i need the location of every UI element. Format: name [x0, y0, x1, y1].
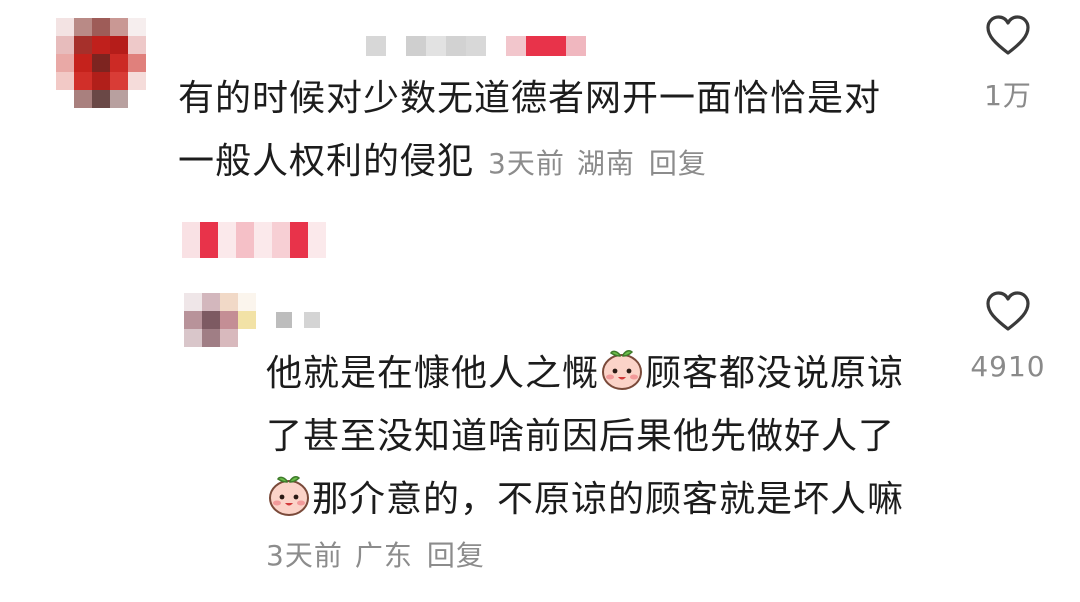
reply-text-line-1: 他就是在慷他人之慨 顾客都没说原谅 — [266, 342, 904, 405]
reply-time: 3天前 — [266, 539, 343, 572]
comment-location: 湖南 — [576, 147, 635, 180]
reply-text-line-1-b: 顾客都没说原谅 — [645, 353, 905, 394]
reply-author-tag — [182, 222, 326, 258]
reply-text-line-2: 了甚至没知道啥前因后果他先做好人了 — [266, 416, 896, 457]
like-group: 1万 — [968, 14, 1048, 114]
reply-reply-button[interactable]: 回复 — [427, 539, 485, 572]
comment-text: 有的时候对少数无道德者网开一面恰恰是对 一般人权利的侵犯 3天前 湖南 回复 — [178, 67, 881, 195]
reply-location: 广东 — [354, 539, 413, 572]
username[interactable] — [366, 36, 586, 56]
heart-icon[interactable] — [985, 290, 1031, 332]
peach-face-emoji-icon — [602, 350, 643, 390]
comment-text-line-2-content: 一般人权利的侵犯 — [178, 141, 475, 182]
user-avatar[interactable] — [56, 18, 146, 108]
reply-text-line-3: 那介意的，不原谅的顾客就是坏人嘛 — [266, 468, 904, 531]
comment-time: 3天前 — [488, 147, 565, 180]
reply-username[interactable] — [276, 312, 348, 328]
reply-button[interactable]: 回复 — [649, 147, 707, 180]
heart-icon[interactable] — [985, 14, 1031, 56]
comment-text-line-2: 一般人权利的侵犯 3天前 湖南 回复 — [178, 130, 881, 195]
reply-like-count: 4910 — [970, 350, 1046, 383]
reply-meta: 3天前 广东 回复 — [266, 536, 485, 576]
reply-like-group: 4910 — [962, 290, 1054, 383]
comment-meta: 3天前 湖南 回复 — [488, 147, 707, 180]
reply-text-line-1-a: 他就是在慷他人之慨 — [266, 353, 600, 394]
reply-text-line-3-content: 那介意的，不原谅的顾客就是坏人嘛 — [312, 479, 905, 520]
reply-text: 他就是在慷他人之慨 顾客都没说原谅 了甚至没知道啥前因后果他先做好人了 那介意的… — [266, 342, 904, 531]
reply-avatar[interactable] — [184, 293, 256, 347]
peach-face-emoji-icon — [269, 476, 309, 516]
like-count: 1万 — [984, 79, 1032, 112]
comment-text-line-1: 有的时候对少数无道德者网开一面恰恰是对 — [178, 78, 882, 119]
